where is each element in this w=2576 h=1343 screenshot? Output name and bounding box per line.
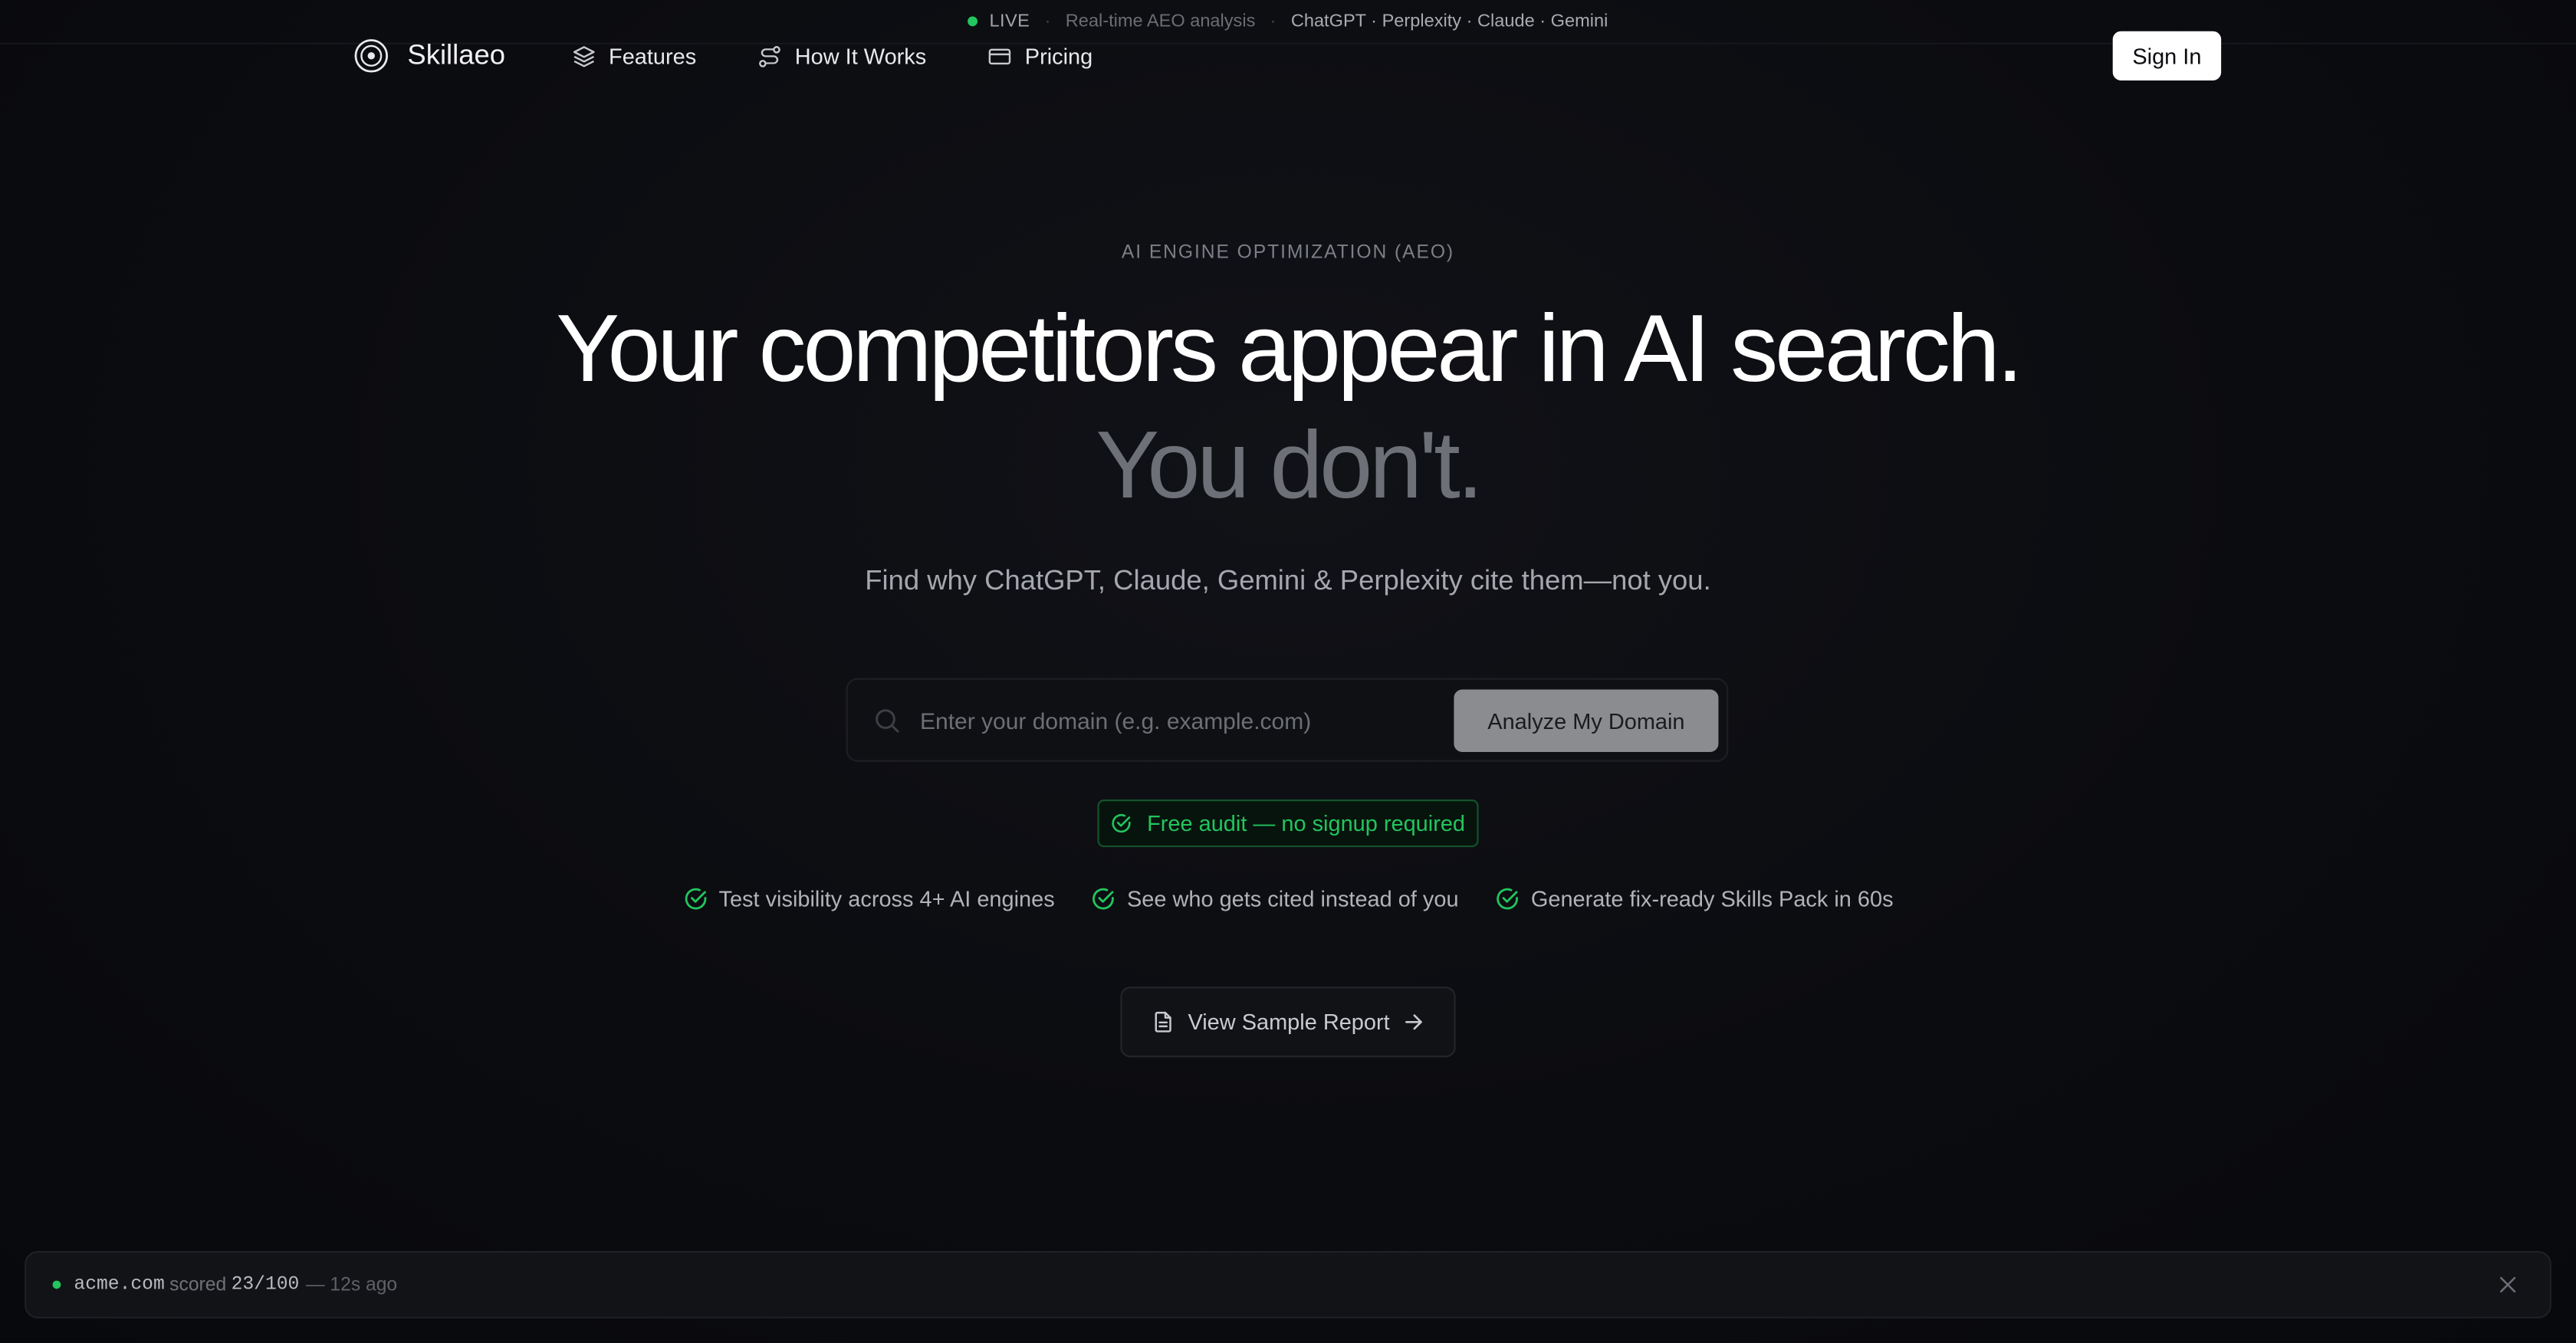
brand-logo-link[interactable]: Skillaeo xyxy=(353,38,505,74)
live-indicator-dot xyxy=(968,16,978,27)
feature-label: See who gets cited instead of you xyxy=(1126,885,1459,911)
nav-link-features[interactable]: Features xyxy=(571,44,696,68)
hero-subtitle: Find why ChatGPT, Claude, Gemini & Perpl… xyxy=(865,564,1711,596)
main-nav: Skillaeo Features How It Works Pricing S… xyxy=(353,30,2222,83)
nav-link-label: How It Works xyxy=(794,43,927,68)
route-icon xyxy=(758,44,780,67)
check-circle-icon xyxy=(684,887,706,909)
free-audit-badge: Free audit — no signup required xyxy=(1097,800,1479,848)
analyze-domain-button[interactable]: Analyze My Domain xyxy=(1454,689,1719,752)
toast-scored-text: scored xyxy=(169,1275,227,1295)
separator: · xyxy=(1044,11,1051,31)
feature-label: Test visibility across 4+ AI engines xyxy=(718,885,1055,911)
hero-headline-secondary: You don't. xyxy=(1096,412,1484,519)
toast-score: 23/100 xyxy=(231,1274,300,1295)
nav-link-how-it-works[interactable]: How It Works xyxy=(757,44,926,68)
hero-eyebrow: AI ENGINE OPTIMIZATION (AEO) xyxy=(1121,242,1455,263)
credit-card-icon xyxy=(988,48,1010,64)
nav-link-label: Features xyxy=(609,43,697,68)
badge-label: Free audit — no signup required xyxy=(1147,811,1466,836)
feature-list: Test visibility across 4+ AI engines See… xyxy=(0,882,2576,914)
nav-link-pricing[interactable]: Pricing xyxy=(987,43,1093,68)
status-tagline: Real-time AEO analysis xyxy=(1065,11,1256,31)
list-item: Generate fix-ready Skills Pack in 60s xyxy=(1495,886,1894,911)
check-circle-icon xyxy=(1112,814,1132,833)
list-item: Test visibility across 4+ AI engines xyxy=(682,885,1055,911)
recent-activity-toast: acme.com scored 23/100 — 12s ago xyxy=(25,1251,2551,1318)
logo-icon xyxy=(354,39,389,73)
supported-engines: ChatGPT · Perplexity · Claude · Gemini xyxy=(1290,11,1608,31)
check-circle-icon xyxy=(1092,887,1114,909)
layers-icon xyxy=(572,45,594,67)
close-icon[interactable] xyxy=(2499,1276,2517,1294)
sign-in-button[interactable]: Sign In xyxy=(2112,31,2222,80)
brand-name: Skillaeo xyxy=(407,39,506,71)
toast-timestamp: — 12s ago xyxy=(305,1275,398,1295)
live-label: LIVE xyxy=(989,11,1030,31)
activity-indicator-dot xyxy=(52,1280,61,1289)
toast-domain: acme.com xyxy=(74,1274,165,1295)
check-circle-icon xyxy=(1497,887,1518,909)
hero-headline: Your competitors appear in AI search. xyxy=(556,295,2023,402)
sample-report-label: View Sample Report xyxy=(1188,1010,1390,1035)
domain-input[interactable] xyxy=(920,702,1446,739)
nav-link-label: Pricing xyxy=(1024,43,1093,68)
separator: · xyxy=(1270,11,1276,31)
page: LIVE · Real-time AEO analysis · ChatGPT … xyxy=(0,0,2576,1343)
list-item: See who gets cited instead of you xyxy=(1091,886,1459,911)
feature-label: Generate fix-ready Skills Pack in 60s xyxy=(1530,885,1894,911)
arrow-right-icon xyxy=(1405,1014,1422,1030)
domain-search-form: Analyze My Domain xyxy=(846,678,1729,762)
file-text-icon xyxy=(1155,1011,1171,1033)
view-sample-report-button[interactable]: View Sample Report xyxy=(1120,987,1456,1058)
search-icon xyxy=(876,709,899,733)
